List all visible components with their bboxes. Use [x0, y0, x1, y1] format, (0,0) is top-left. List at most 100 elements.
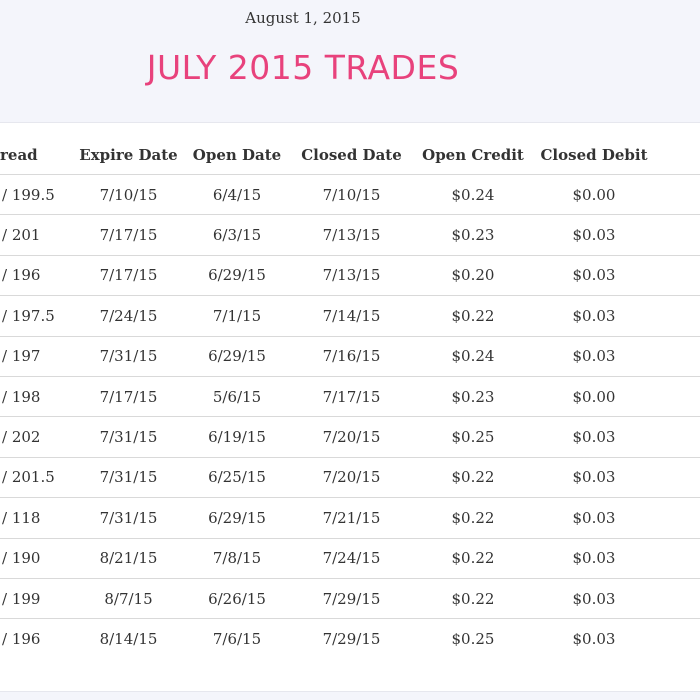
cell-expire-date: 7/17/15 — [72, 255, 185, 297]
table-row: / 196 8/14/15 7/6/15 7/29/15 $0.25 $0.03 — [0, 619, 700, 659]
cell-spread: / 196 — [2, 629, 41, 648]
table-body: / 199.5 7/10/15 6/4/15 7/10/15 $0.24 $0.00/ 2… — [0, 174, 700, 659]
cell-expire-date: 7/31/15 — [72, 457, 185, 499]
cell-spread: / 201 — [0, 214, 72, 256]
content-card: read Expire Date Open Date Closed Date O… — [0, 122, 700, 692]
cell-open-date: 6/26/15 — [185, 578, 289, 620]
cell-open-date: 7/6/15 — [212, 629, 262, 648]
cell-open-credit: $0.22 — [414, 295, 532, 337]
cell-closed-date: 7/13/15 — [289, 214, 414, 256]
post-header: August 1, 2015 JULY 2015 TRADES — [0, 0, 700, 122]
cell-open-date: 6/19/15 — [185, 416, 289, 458]
cell-profit — [656, 214, 700, 256]
cell-spread: / 118 — [0, 497, 72, 539]
post-date: August 1, 2015 — [245, 9, 361, 27]
cell-profit — [656, 416, 700, 458]
table-row: / 197 7/31/15 6/29/15 7/16/15 $0.24 $0.03 — [0, 336, 700, 377]
page-title: JULY 2015 TRADES — [146, 48, 460, 87]
cell-expire-date: 7/17/15 — [72, 376, 185, 418]
cell-closed-debit: $0.00 — [532, 376, 656, 418]
cell-profit — [656, 578, 700, 620]
cell-open-credit: $0.24 — [414, 174, 532, 216]
cell-open-credit: $0.23 — [414, 376, 532, 418]
cell-spread: / 199 — [0, 578, 72, 620]
cell-open-credit: $0.23 — [414, 214, 532, 256]
cell-profit — [656, 336, 700, 377]
cell-expire-date: 7/31/15 — [72, 416, 185, 458]
table-row: / 199.5 7/10/15 6/4/15 7/10/15 $0.24 $0.00 — [0, 174, 700, 216]
table-row: / 118 7/31/15 6/29/15 7/21/15 $0.22 $0.03 — [0, 497, 700, 539]
cell-closed-date: 7/29/15 — [322, 629, 381, 648]
cell-spread: / 199.5 — [0, 174, 72, 216]
cell-open-date: 5/6/15 — [185, 376, 289, 418]
cell-spread: / 196 — [0, 255, 72, 297]
cell-open-date: 6/3/15 — [185, 214, 289, 256]
column-header-closed-date: Closed Date — [289, 136, 414, 175]
cell-expire-date: 8/14/15 — [99, 629, 158, 648]
cell-profit — [656, 538, 700, 579]
cell-profit — [656, 619, 700, 659]
table-header: read Expire Date Open Date Closed Date O… — [0, 136, 700, 175]
cell-closed-date: 7/20/15 — [289, 416, 414, 458]
cell-open-credit: $0.22 — [414, 497, 532, 539]
cell-spread: / 198 — [0, 376, 72, 418]
cell-closed-debit: $0.03 — [532, 336, 656, 377]
cell-profit — [656, 174, 700, 216]
cell-expire-date: 8/7/15 — [72, 578, 185, 620]
cell-open-credit: $0.22 — [414, 578, 532, 620]
column-header-expire-date: Expire Date — [72, 136, 185, 175]
column-header-open-date: Open Date — [185, 136, 289, 175]
cell-open-credit: $0.22 — [414, 538, 532, 579]
cell-expire-date: 7/24/15 — [72, 295, 185, 337]
cell-spread: / 201.5 — [0, 457, 72, 499]
cell-closed-date: 7/21/15 — [289, 497, 414, 539]
cell-open-credit: $0.20 — [414, 255, 532, 297]
column-header-closed-debit: Closed Debit — [532, 136, 656, 175]
cell-closed-debit: $0.03 — [532, 416, 656, 458]
cell-profit — [656, 295, 700, 337]
cell-open-date: 7/8/15 — [185, 538, 289, 579]
table-row: / 199 8/7/15 6/26/15 7/29/15 $0.22 $0.03 — [0, 578, 700, 620]
cell-open-date: 7/1/15 — [185, 295, 289, 337]
cell-spread: / 190 — [0, 538, 72, 579]
cell-open-date: 6/29/15 — [185, 497, 289, 539]
cell-open-credit: $0.22 — [414, 457, 532, 499]
cell-open-credit: $0.24 — [414, 336, 532, 377]
table-row: / 198 7/17/15 5/6/15 7/17/15 $0.23 $0.00 — [0, 376, 700, 418]
cell-closed-date: 7/10/15 — [289, 174, 414, 216]
trades-table: read Expire Date Open Date Closed Date O… — [0, 136, 700, 659]
column-header-profit: P — [656, 136, 700, 175]
cell-closed-debit: $0.03 — [532, 457, 656, 499]
cell-closed-debit: $0.03 — [532, 295, 656, 337]
table-row: / 190 8/21/15 7/8/15 7/24/15 $0.22 $0.03 — [0, 538, 700, 579]
cell-profit — [656, 497, 700, 539]
cell-closed-date: 7/14/15 — [289, 295, 414, 337]
cell-expire-date: 7/17/15 — [72, 214, 185, 256]
cell-closed-debit: $0.03 — [572, 629, 616, 648]
cell-closed-debit: $0.03 — [532, 497, 656, 539]
table-row: / 202 7/31/15 6/19/15 7/20/15 $0.25 $0.03 — [0, 416, 700, 458]
cell-open-date: 6/25/15 — [185, 457, 289, 499]
cell-closed-date: 7/17/15 — [289, 376, 414, 418]
cell-spread: / 197.5 — [0, 295, 72, 337]
table-row: / 196 7/17/15 6/29/15 7/13/15 $0.20 $0.03 — [0, 255, 700, 297]
cell-expire-date: 7/31/15 — [72, 336, 185, 377]
cell-closed-debit: $0.03 — [532, 255, 656, 297]
cell-open-credit: $0.25 — [451, 629, 495, 648]
cell-closed-debit: $0.00 — [532, 174, 656, 216]
header-row: read Expire Date Open Date Closed Date O… — [0, 136, 700, 175]
cell-closed-debit: $0.03 — [532, 578, 656, 620]
cell-expire-date: 8/21/15 — [72, 538, 185, 579]
column-header-open-credit: Open Credit — [414, 136, 532, 175]
cell-expire-date: 7/31/15 — [72, 497, 185, 539]
cell-expire-date: 7/10/15 — [72, 174, 185, 216]
cell-closed-date: 7/13/15 — [289, 255, 414, 297]
cell-open-credit: $0.25 — [414, 416, 532, 458]
cell-spread: / 197 — [0, 336, 72, 377]
cell-open-date: 6/29/15 — [185, 255, 289, 297]
table-row: / 197.5 7/24/15 7/1/15 7/14/15 $0.22 $0.03 — [0, 295, 700, 337]
cell-profit — [656, 457, 700, 499]
cell-closed-date: 7/29/15 — [289, 578, 414, 620]
cell-profit — [656, 376, 700, 418]
cell-closed-date: 7/16/15 — [289, 336, 414, 377]
